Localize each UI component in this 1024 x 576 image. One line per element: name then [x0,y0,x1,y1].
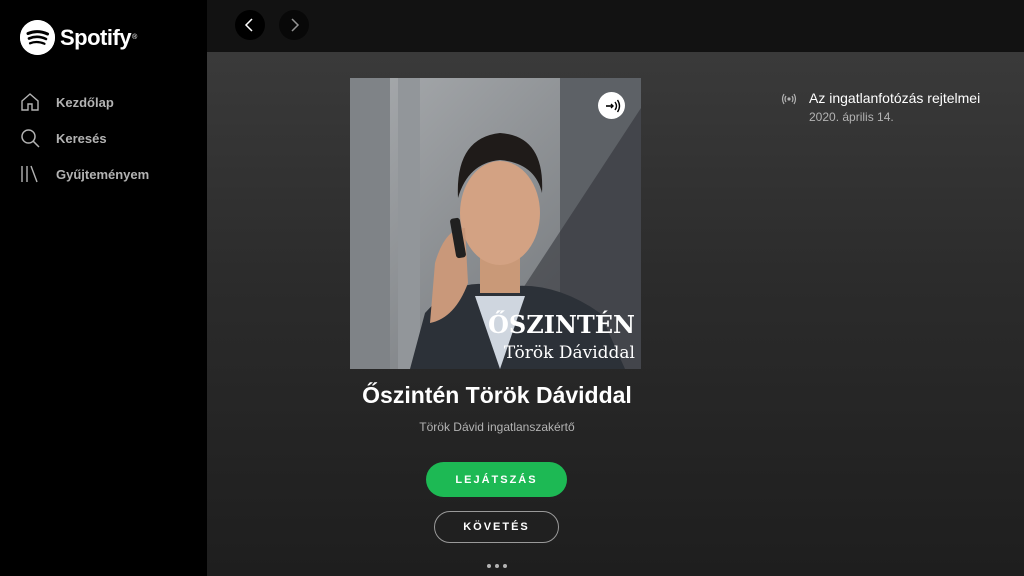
search-icon [20,128,40,148]
sidebar-item-search[interactable]: Keresés [20,120,149,156]
episode-title: Az ingatlanfotózás rejtelmei [809,90,981,106]
spotify-icon [20,20,55,55]
sidebar-item-library[interactable]: Gyűjteményem [20,156,149,192]
chevron-right-icon [291,18,300,32]
podcast-title: Őszintén Török Dáviddal [362,382,632,408]
sidebar-item-label: Keresés [56,130,107,146]
main-content: ŐSZINTÉN Török Dáviddal Őszintén Török D… [207,52,1024,576]
top-bar [207,0,1024,52]
spotify-logo[interactable]: Spotify ® [20,20,137,55]
sidebar-item-label: Gyűjteményem [56,166,150,182]
sidebar: Spotify ® Kezdőlap Keresés Gyűjteményem [0,0,207,576]
app-name: Spotify [60,24,132,50]
sidebar-item-home[interactable]: Kezdőlap [20,84,149,120]
chevron-left-icon [244,18,253,32]
more-options-button[interactable] [477,554,517,576]
dot-icon [487,564,491,568]
back-button[interactable] [235,10,265,40]
library-icon [20,164,40,184]
anchor-podcast-icon [598,92,625,119]
podcast-author[interactable]: Török Dávid ingatlanszakértő [207,420,787,434]
episode-date: 2020. április 14. [809,110,894,124]
podcast-cover-art[interactable]: ŐSZINTÉN Török Dáviddal [350,78,641,369]
cover-subtitle-text: Török Dáviddal [503,343,635,363]
follow-button[interactable]: KÖVETÉS [434,511,559,543]
cover-title-text: ŐSZINTÉN [487,310,635,339]
podcast-broadcast-icon [781,91,797,107]
home-icon [20,92,40,112]
episode-text: Az ingatlanfotózás rejtelmei 2020. ápril… [809,90,980,124]
play-button[interactable]: LEJÁTSZÁS [426,462,567,497]
forward-button[interactable] [279,10,309,40]
sidebar-item-label: Kezdőlap [56,94,114,110]
registered-mark: ® [132,34,138,41]
sidebar-nav: Kezdőlap Keresés Gyűjteményem [20,84,149,192]
episode-list-item[interactable]: Az ingatlanfotózás rejtelmei 2020. ápril… [781,90,980,124]
dot-icon [495,564,499,568]
dot-icon [503,564,507,568]
